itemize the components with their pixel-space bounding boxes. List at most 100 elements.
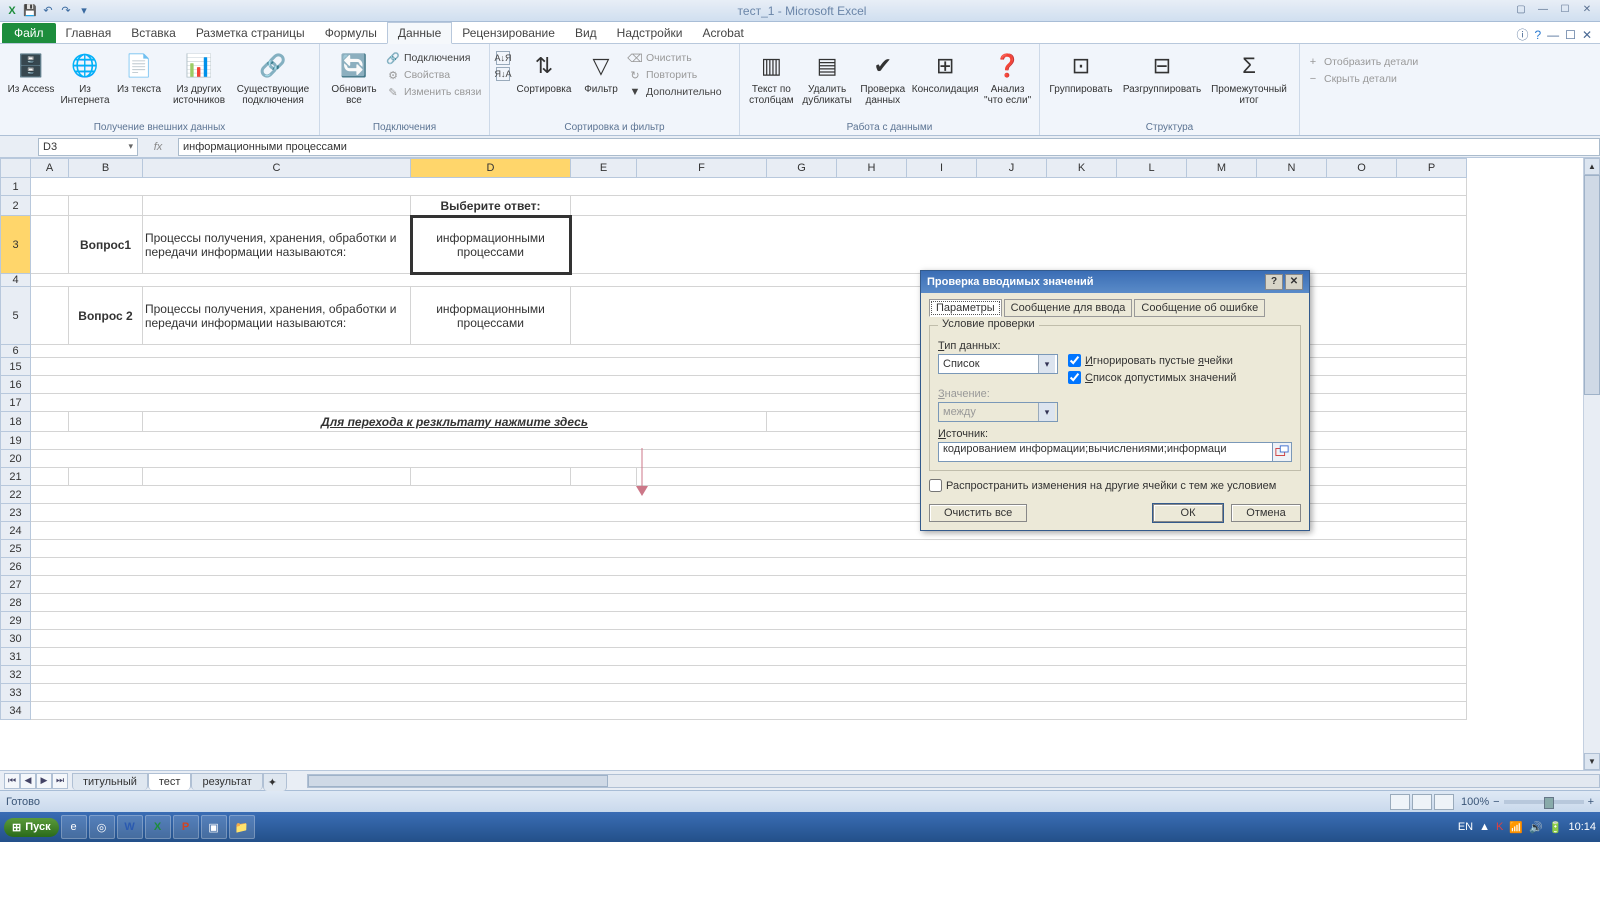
- row-20[interactable]: 20: [1, 450, 31, 468]
- answer2-cell[interactable]: информационными процессами: [411, 287, 571, 345]
- taskbar-chrome-icon[interactable]: ◎: [89, 815, 115, 839]
- col-I[interactable]: I: [907, 159, 977, 178]
- close-icon[interactable]: ✕: [1578, 4, 1596, 18]
- col-J[interactable]: J: [977, 159, 1047, 178]
- data-validation-button[interactable]: ✔Проверка данных: [857, 46, 908, 133]
- advanced-filter-button[interactable]: ▼Дополнительно: [628, 84, 722, 100]
- dialog-tab-error-msg[interactable]: Сообщение об ошибке: [1134, 299, 1265, 317]
- from-other-button[interactable]: 📊Из других источников: [168, 46, 230, 133]
- whatif-button[interactable]: ❓Анализ "что если": [982, 46, 1033, 133]
- qat-customize-icon[interactable]: ▾: [76, 3, 92, 19]
- sheet-tab-1[interactable]: титульный: [72, 773, 148, 790]
- row-22[interactable]: 22: [1, 486, 31, 504]
- show-detail-button[interactable]: +Отобразить детали: [1306, 54, 1424, 70]
- row-27[interactable]: 27: [1, 576, 31, 594]
- col-F[interactable]: F: [637, 159, 767, 178]
- taskbar-excel-icon[interactable]: X: [145, 815, 171, 839]
- refresh-all-button[interactable]: 🔄Обновить все: [326, 46, 382, 133]
- zoom-slider[interactable]: [1504, 800, 1584, 804]
- edit-links-button[interactable]: ✎Изменить связи: [386, 84, 481, 100]
- tray-network-icon[interactable]: 📶: [1509, 821, 1523, 834]
- row-25[interactable]: 25: [1, 540, 31, 558]
- row-18[interactable]: 18: [1, 412, 31, 432]
- horizontal-scrollbar[interactable]: [307, 774, 1600, 788]
- dialog-tab-input-msg[interactable]: Сообщение для ввода: [1004, 299, 1133, 317]
- result-link[interactable]: Для перехода к резкльтату нажмите здесь: [143, 412, 767, 432]
- apply-box[interactable]: [929, 479, 942, 492]
- ignore-blank-box[interactable]: [1068, 354, 1081, 367]
- row-19[interactable]: 19: [1, 432, 31, 450]
- col-O[interactable]: O: [1327, 159, 1397, 178]
- sort-az-button[interactable]: А↓Я: [496, 50, 510, 66]
- tab-insert[interactable]: Вставка: [121, 23, 186, 43]
- row-4[interactable]: 4: [1, 274, 31, 287]
- ribbon-min-icon[interactable]: ⓘ: [1516, 26, 1528, 43]
- zoom-in-icon[interactable]: +: [1588, 796, 1594, 808]
- subtotal-button[interactable]: ΣПромежуточный итог: [1208, 46, 1290, 133]
- dialog-close-icon[interactable]: ✕: [1285, 274, 1303, 290]
- tab-formulas[interactable]: Формулы: [315, 23, 387, 43]
- tray-icon[interactable]: ▲: [1479, 821, 1490, 833]
- col-G[interactable]: G: [767, 159, 837, 178]
- col-H[interactable]: H: [837, 159, 907, 178]
- row-16[interactable]: 16: [1, 376, 31, 394]
- tab-layout[interactable]: Разметка страницы: [186, 23, 315, 43]
- clear-filter-button[interactable]: ⌫Очистить: [628, 50, 722, 66]
- wb-minimize-icon[interactable]: —: [1547, 28, 1559, 42]
- col-C[interactable]: C: [143, 159, 411, 178]
- save-icon[interactable]: 💾: [22, 3, 38, 19]
- name-box[interactable]: D3: [38, 138, 138, 156]
- zoom-control[interactable]: 100% − +: [1461, 796, 1594, 808]
- row-32[interactable]: 32: [1, 666, 31, 684]
- tab-home[interactable]: Главная: [56, 23, 122, 43]
- connections-button[interactable]: 🔗Подключения: [386, 50, 481, 66]
- tab-view[interactable]: Вид: [565, 23, 607, 43]
- select-all[interactable]: [1, 159, 31, 178]
- tab-addins[interactable]: Надстройки: [607, 23, 693, 43]
- sheet-tab-2[interactable]: тест: [148, 773, 192, 790]
- row-28[interactable]: 28: [1, 594, 31, 612]
- clear-all-button[interactable]: Очистить все: [929, 504, 1027, 522]
- ignore-blank-check[interactable]: Игнорировать пустые ячейки: [1068, 354, 1236, 367]
- prev-sheet-icon[interactable]: ◀: [20, 773, 36, 789]
- next-sheet-icon[interactable]: ▶: [36, 773, 52, 789]
- col-A[interactable]: A: [31, 159, 69, 178]
- normal-view-icon[interactable]: [1390, 794, 1410, 810]
- row-26[interactable]: 26: [1, 558, 31, 576]
- column-headers[interactable]: A B C D E F G H I J K L M N O P: [1, 159, 1467, 178]
- row-2[interactable]: 2: [1, 196, 31, 216]
- row-23[interactable]: 23: [1, 504, 31, 522]
- wb-close-icon[interactable]: ✕: [1582, 28, 1592, 42]
- row-17[interactable]: 17: [1, 394, 31, 412]
- taskbar-word-icon[interactable]: W: [117, 815, 143, 839]
- source-input[interactable]: кодированием информации;вычислениями;инф…: [938, 442, 1273, 462]
- type-select[interactable]: Список: [938, 354, 1058, 374]
- row-30[interactable]: 30: [1, 630, 31, 648]
- from-access-button[interactable]: 🗄️Из Access: [6, 46, 56, 133]
- scroll-thumb[interactable]: [1584, 175, 1600, 395]
- language-indicator[interactable]: EN: [1458, 821, 1473, 833]
- row-31[interactable]: 31: [1, 648, 31, 666]
- start-button[interactable]: ⊞Пуск: [4, 818, 59, 837]
- result-box[interactable]: [571, 468, 637, 486]
- redo-icon[interactable]: ↷: [58, 3, 74, 19]
- last-sheet-icon[interactable]: ⏭: [52, 773, 68, 789]
- undo-icon[interactable]: ↶: [40, 3, 56, 19]
- tab-file[interactable]: Файл: [2, 23, 56, 43]
- ok-button[interactable]: ОК: [1153, 504, 1223, 522]
- dialog-title-bar[interactable]: Проверка вводимых значений ? ✕: [921, 271, 1309, 293]
- hscroll-thumb[interactable]: [308, 775, 608, 787]
- zoom-out-icon[interactable]: −: [1493, 796, 1499, 808]
- row-33[interactable]: 33: [1, 684, 31, 702]
- maximize-icon[interactable]: ☐: [1556, 4, 1574, 18]
- col-E[interactable]: E: [571, 159, 637, 178]
- row-15[interactable]: 15: [1, 358, 31, 376]
- filter-button[interactable]: ▽Фильтр: [578, 46, 624, 133]
- wb-restore-icon[interactable]: ☐: [1565, 28, 1576, 42]
- remove-dup-button[interactable]: ▤Удалить дубликаты: [801, 46, 854, 133]
- scroll-up-icon[interactable]: ▲: [1584, 158, 1600, 175]
- col-P[interactable]: P: [1397, 159, 1467, 178]
- formula-bar[interactable]: информационными процессами: [178, 138, 1600, 156]
- sheet-tab-3[interactable]: результат: [191, 773, 262, 790]
- minimize-icon[interactable]: —: [1534, 4, 1552, 18]
